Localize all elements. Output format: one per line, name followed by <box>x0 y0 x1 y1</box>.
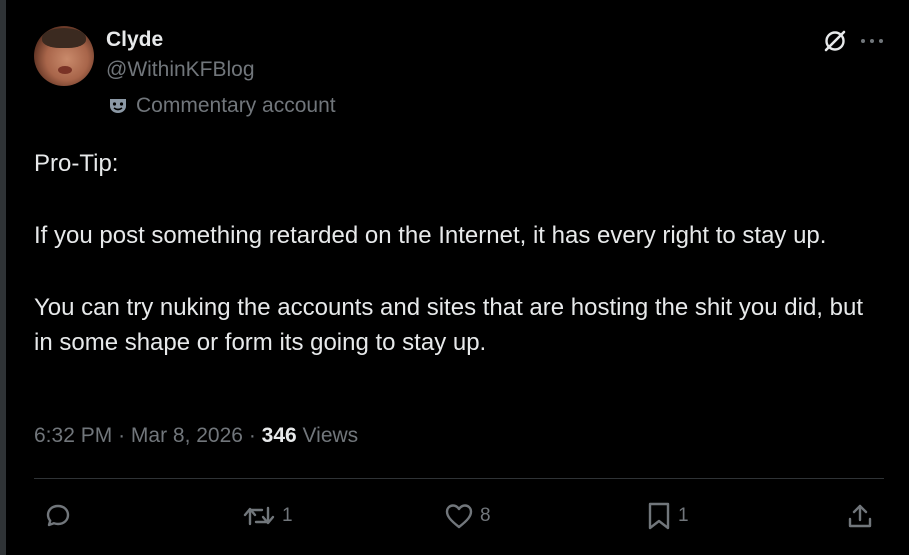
account-label-text: Commentary account <box>136 94 336 117</box>
tweet-time[interactable]: 6:32 PM <box>34 424 112 447</box>
bookmark-button[interactable]: 1 <box>646 496 689 536</box>
reply-bubble-icon <box>44 502 72 530</box>
tweet-text: Pro-Tip: If you post something retarded … <box>34 146 879 360</box>
share-icon <box>846 502 874 530</box>
separator-dot: · <box>248 424 262 447</box>
tweet-line: You can try nuking the accounts and site… <box>34 294 863 356</box>
avatar[interactable] <box>34 26 94 86</box>
repost-button[interactable]: 1 <box>242 496 293 536</box>
account-label[interactable]: Commentary account <box>108 94 336 118</box>
repost-icon <box>242 502 276 530</box>
tweet-meta: 6:32 PM · Mar 8, 2026 · 346 Views <box>34 424 358 448</box>
grok-slash-icon[interactable] <box>822 28 848 54</box>
window-edge <box>0 0 6 555</box>
tweet-header-actions <box>822 28 884 54</box>
tweet-line: Pro-Tip: <box>34 150 119 177</box>
repost-count: 1 <box>282 505 293 526</box>
share-button[interactable] <box>846 496 874 536</box>
like-button[interactable]: 8 <box>444 496 491 536</box>
tweet-date[interactable]: Mar 8, 2026 <box>131 424 243 447</box>
views-count: 346 <box>261 424 297 447</box>
like-count: 8 <box>480 505 491 526</box>
more-dots-icon[interactable] <box>860 37 884 45</box>
avatar-mouth <box>58 66 72 74</box>
tweet: Clyde @WithinKFBlog Commentary account P… <box>34 0 884 555</box>
avatar-hair <box>42 28 86 48</box>
bookmark-count: 1 <box>678 505 689 526</box>
bookmark-icon <box>646 501 672 531</box>
divider <box>34 478 884 479</box>
views-label: Views <box>302 424 359 447</box>
heart-icon <box>444 502 474 530</box>
theater-mask-icon <box>108 96 128 116</box>
author-name[interactable]: Clyde <box>106 28 163 52</box>
action-bar: 1 8 1 <box>34 496 884 536</box>
reply-button[interactable] <box>44 496 78 536</box>
author-handle[interactable]: @WithinKFBlog <box>106 58 255 82</box>
tweet-line: If you post something retarded on the In… <box>34 222 827 249</box>
separator-dot: · <box>118 424 131 447</box>
